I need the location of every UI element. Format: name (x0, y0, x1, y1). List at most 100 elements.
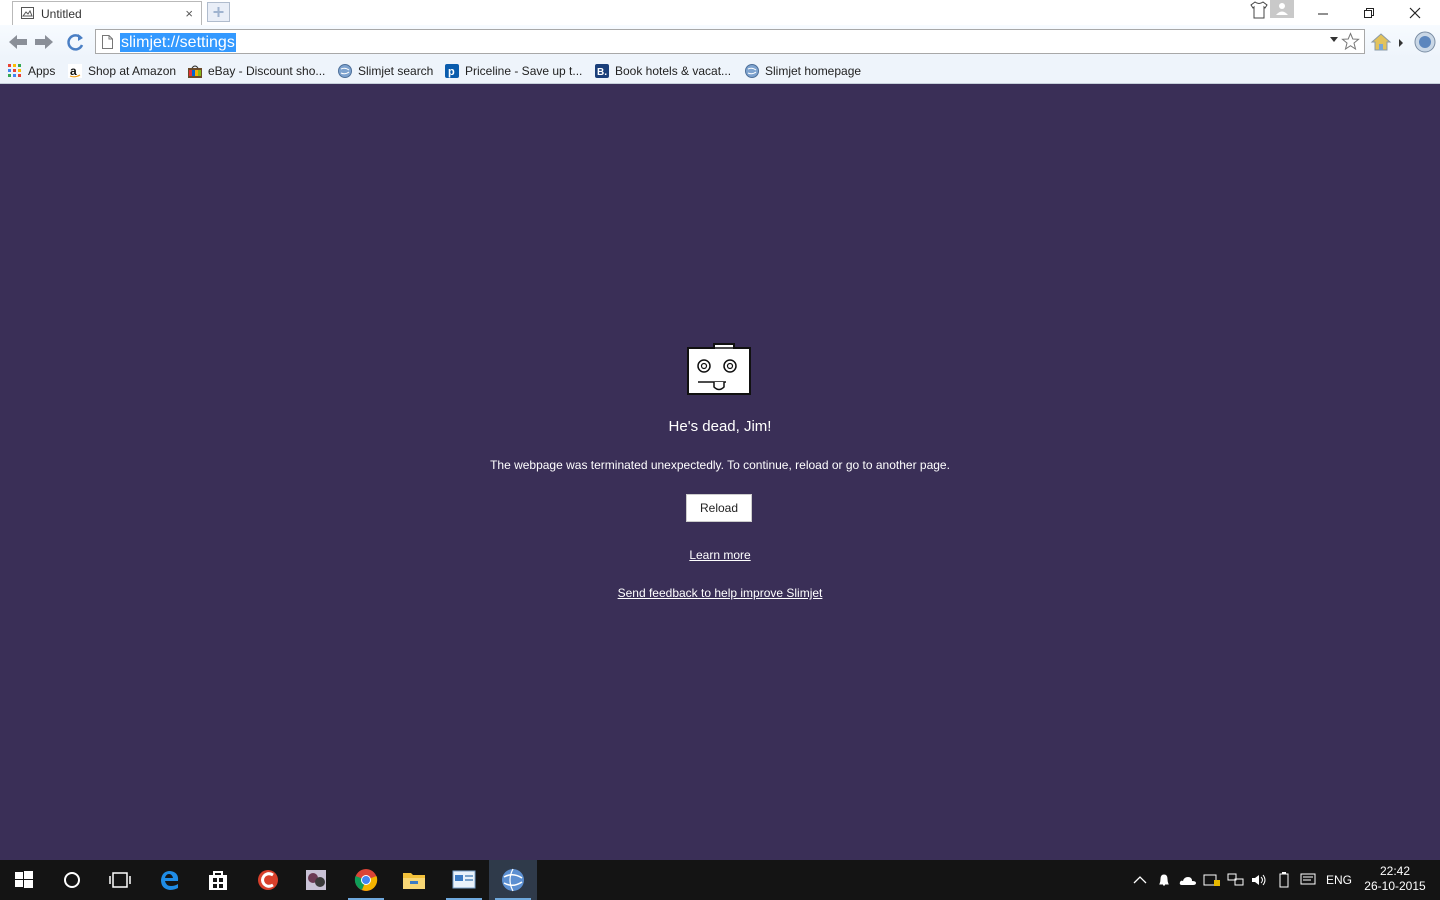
svg-text:p: p (448, 66, 455, 78)
chevron-right-icon[interactable] (1397, 39, 1405, 47)
send-feedback-link[interactable]: Send feedback to help improve Slimjet (0, 586, 1440, 600)
tab-strip: Untitled × (0, 0, 1440, 25)
back-arrow-icon[interactable] (7, 32, 29, 52)
bookmark-slimjet-search[interactable]: Slimjet search (338, 62, 433, 80)
close-icon (1409, 7, 1421, 18)
taskbar-store[interactable] (194, 860, 242, 900)
slimjet-globe-icon (745, 64, 759, 78)
svg-text:B.: B. (597, 67, 607, 78)
taskbar-control-panel[interactable] (440, 860, 488, 900)
start-button[interactable] (0, 860, 48, 900)
taskbar-photo-app[interactable] (292, 860, 340, 900)
ebay-icon (188, 65, 202, 78)
taskbar-chrome[interactable] (342, 860, 390, 900)
apps-grid-icon (8, 64, 21, 77)
crash-page: He's dead, Jim! The webpage was terminat… (0, 84, 1440, 860)
plus-icon (213, 7, 224, 17)
error-message: The webpage was terminated unexpectedly.… (490, 458, 950, 472)
cortana-button[interactable] (48, 860, 96, 900)
bookmark-apps[interactable]: Apps (8, 62, 55, 80)
cloud-icon (1179, 877, 1196, 885)
reload-icon[interactable] (65, 32, 87, 52)
page-icon (102, 35, 113, 49)
slimjet-globe-icon (338, 64, 352, 78)
minimize-icon (1318, 13, 1328, 14)
windows-logo-icon (15, 871, 33, 888)
booking-icon: B. (595, 64, 609, 78)
action-center-icon (1300, 873, 1316, 885)
profile-avatar-icon[interactable] (1270, 0, 1294, 18)
dead-tab-face-icon (687, 343, 751, 395)
bookmark-priceline[interactable]: p Priceline - Save up t... (445, 62, 582, 80)
bookmark-slimjet-homepage[interactable]: Slimjet homepage (745, 62, 861, 80)
chevron-down-icon[interactable] (1330, 37, 1338, 42)
tab-untitled[interactable]: Untitled × (12, 1, 202, 25)
network-tray-item[interactable] (1227, 872, 1245, 888)
slimjet-menu-icon[interactable] (1413, 30, 1437, 54)
new-tab-button[interactable] (207, 2, 230, 22)
bookmark-label: Shop at Amazon (88, 64, 177, 78)
battery-tray-item[interactable] (1276, 872, 1292, 888)
action-center-button[interactable] (1299, 872, 1317, 888)
bookmark-ebay[interactable]: eBay - Discount sho... (188, 62, 325, 80)
bookmark-amazon[interactable]: a Shop at Amazon (68, 62, 176, 80)
bookmarks-bar: Apps a Shop at Amazon eBay - Discount sh… (0, 58, 1440, 84)
show-hidden-icons-button[interactable] (1132, 872, 1148, 888)
clock-time: 22:42 (1379, 864, 1411, 878)
clock-date: 26-10-2015 (1364, 879, 1426, 893)
folder-icon (403, 873, 425, 889)
learn-more-link[interactable]: Learn more (0, 548, 1440, 562)
home-icon[interactable] (1370, 32, 1392, 52)
slimjet-globe-icon (502, 868, 524, 892)
volume-tray-item[interactable] (1251, 872, 1269, 888)
close-window-button[interactable] (1392, 0, 1438, 25)
url-text[interactable]: slimjet://settings (120, 33, 236, 52)
onedrive-tray-item[interactable] (1179, 872, 1197, 888)
ccleaner-icon (258, 870, 278, 890)
bookmark-label: Apps (28, 64, 56, 78)
chrome-icon (354, 869, 378, 891)
taskbar-edge[interactable] (146, 860, 194, 900)
reload-button[interactable]: Reload (686, 494, 752, 522)
network-icon (1227, 873, 1244, 886)
security-tray-item[interactable] (1203, 872, 1221, 888)
bookmark-label: Slimjet search (358, 64, 434, 78)
minimize-button[interactable] (1300, 0, 1346, 25)
bookmark-star-icon[interactable] (1341, 32, 1360, 51)
bookmark-booking[interactable]: B. Book hotels & vacat... (595, 62, 731, 80)
edge-browser-icon (161, 871, 179, 890)
taskbar-file-explorer[interactable] (390, 860, 438, 900)
photo-app-icon (306, 870, 326, 890)
speaker-icon (1252, 874, 1266, 886)
taskbar-ccleaner[interactable] (244, 860, 292, 900)
tab-title: Untitled (41, 7, 82, 21)
priceline-icon: p (445, 64, 459, 78)
close-tab-icon[interactable]: × (185, 6, 193, 21)
battery-icon (1279, 872, 1289, 888)
notification-tray-item[interactable] (1156, 872, 1172, 888)
taskbar: ENG 22:42 26-10-2015 (0, 860, 1440, 900)
control-panel-icon (452, 870, 476, 889)
clock[interactable]: 22:42 26-10-2015 (1360, 864, 1430, 894)
toolbar: slimjet://settings (0, 25, 1440, 58)
language-indicator[interactable]: ENG (1326, 873, 1352, 887)
task-view-icon (109, 872, 131, 888)
chevron-up-icon (1133, 876, 1147, 884)
taskbar-slimjet[interactable] (489, 860, 537, 900)
amazon-icon: a (68, 64, 82, 78)
bookmark-label: eBay - Discount sho... (208, 64, 326, 78)
store-bag-icon (209, 871, 227, 890)
forward-arrow-icon[interactable] (33, 32, 55, 52)
bookmark-label: Slimjet homepage (765, 64, 862, 78)
restore-icon (1364, 7, 1374, 18)
bookmark-label: Priceline - Save up t... (465, 64, 583, 78)
address-bar[interactable]: slimjet://settings (95, 29, 1365, 54)
error-headline: He's dead, Jim! (668, 418, 772, 435)
task-view-button[interactable] (96, 860, 144, 900)
page-favicon-icon (21, 7, 34, 19)
shield-warning-icon (1203, 874, 1220, 886)
bookmark-label: Book hotels & vacat... (615, 64, 732, 78)
restore-button[interactable] (1346, 0, 1392, 25)
theme-shirt-icon[interactable] (1249, 1, 1269, 19)
search-circle-icon (64, 872, 80, 888)
